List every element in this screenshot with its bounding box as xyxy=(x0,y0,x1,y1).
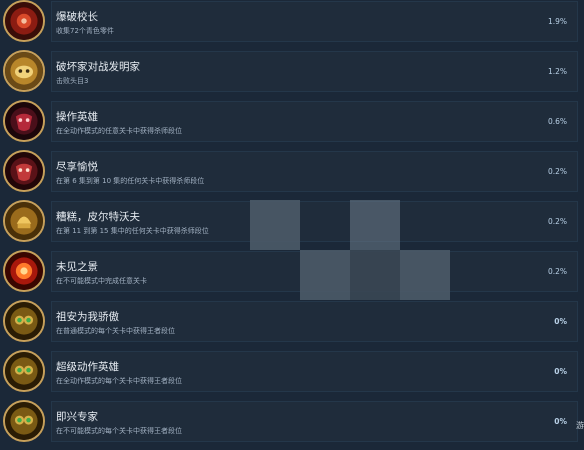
achievement-title: 破坏家对战发明家 xyxy=(56,61,140,73)
unlock-percentage: 0% xyxy=(554,367,567,376)
achievement-title: 祖安为我骄傲 xyxy=(56,311,119,323)
achievement-description: 在第 11 到第 15 集中的任何关卡中获得杀师段位 xyxy=(56,227,209,235)
achievement-row[interactable]: 爆破校长 收集72个青色零件 1.9% xyxy=(0,0,584,50)
achievement-title: 即兴专家 xyxy=(56,411,98,423)
achievement-title: 糟糕，皮尔特沃夫 xyxy=(56,211,140,223)
crimson-mask-medallion-icon xyxy=(3,150,45,192)
achievement-row[interactable]: 即兴专家 在不可能模式的每个关卡中获得王者段位 0% xyxy=(0,400,584,450)
achievement-card: 破坏家对战发明家 击败头目3 1.2% xyxy=(51,51,578,92)
achievement-row[interactable]: 尽享愉悦 在第 6 集到第 10 集的任何关卡中获得杀师段位 0.2% xyxy=(0,150,584,200)
achievement-row[interactable]: 祖安为我骄傲 在普通模式的每个关卡中获得王者段位 0% xyxy=(0,300,584,350)
unlock-percentage: 0% xyxy=(554,317,567,326)
achievement-description: 击败头目3 xyxy=(56,77,89,85)
achievement-title: 尽享愉悦 xyxy=(56,161,98,173)
watermark-block xyxy=(300,250,350,300)
dark-red-mask-medallion-icon xyxy=(3,100,45,142)
unlock-percentage: 0% xyxy=(554,417,567,426)
achievement-row[interactable]: 未见之景 在不可能模式中完成任意关卡 0.2% xyxy=(0,250,584,300)
achievement-card: 祖安为我骄傲 在普通模式的每个关卡中获得王者段位 0% xyxy=(51,301,578,342)
achievement-title: 爆破校长 xyxy=(56,11,98,23)
unlock-percentage: 0.2% xyxy=(547,167,567,176)
achievement-card: 爆破校长 收集72个青色零件 1.9% xyxy=(51,1,578,42)
unlock-percentage: 0.2% xyxy=(547,267,567,276)
green-goggles-medallion-icon xyxy=(3,300,45,342)
achievement-description: 在不可能模式的每个关卡中获得王者段位 xyxy=(56,427,182,435)
achievement-description: 在不可能模式中完成任意关卡 xyxy=(56,277,147,285)
achievement-card: 糟糕，皮尔特沃夫 在第 11 到第 15 集中的任何关卡中获得杀师段位 0.2% xyxy=(51,201,578,242)
achievement-row[interactable]: 超级动作英雄 在全动作模式的每个关卡中获得王者段位 0% xyxy=(0,350,584,400)
unlock-percentage: 1.9% xyxy=(547,17,567,26)
achievement-card: 超级动作英雄 在全动作模式的每个关卡中获得王者段位 0% xyxy=(51,351,578,392)
achievement-title: 超级动作英雄 xyxy=(56,361,119,373)
watermark-block xyxy=(250,200,300,250)
watermark-block xyxy=(350,200,400,250)
unlock-percentage: 0.6% xyxy=(547,117,567,126)
green-goggles-medallion-icon xyxy=(3,400,45,442)
achievement-row[interactable]: 操作英雄 在全动作模式的任意关卡中获得杀师段位 0.6% xyxy=(0,100,584,150)
unlock-percentage: 0.2% xyxy=(547,217,567,226)
achievement-title: 操作英雄 xyxy=(56,111,98,123)
achievement-description: 在普通模式的每个关卡中获得王者段位 xyxy=(56,327,175,335)
achievement-card: 操作英雄 在全动作模式的任意关卡中获得杀师段位 0.6% xyxy=(51,101,578,142)
golden-helmet-medallion-icon xyxy=(3,200,45,242)
achievement-description: 在全动作模式的任意关卡中获得杀师段位 xyxy=(56,127,182,135)
red-gear-medallion-icon xyxy=(3,0,45,42)
flaming-gear-medallion-icon xyxy=(3,250,45,292)
gold-helmet-medallion-icon xyxy=(3,50,45,92)
achievement-description: 在第 6 集到第 10 集的任何关卡中获得杀师段位 xyxy=(56,177,205,185)
watermark-block xyxy=(400,250,450,300)
achievement-card: 即兴专家 在不可能模式的每个关卡中获得王者段位 0% xyxy=(51,401,578,442)
achievement-description: 在全动作模式的每个关卡中获得王者段位 xyxy=(56,377,182,385)
watermark-block xyxy=(350,250,400,300)
achievement-card: 尽享愉悦 在第 6 集到第 10 集的任何关卡中获得杀师段位 0.2% xyxy=(51,151,578,192)
achievement-title: 未见之景 xyxy=(56,261,98,273)
achievement-row[interactable]: 破坏家对战发明家 击败头目3 1.2% xyxy=(0,50,584,100)
unlock-percentage: 1.2% xyxy=(547,67,567,76)
achievement-description: 收集72个青色零件 xyxy=(56,27,114,35)
green-goggles-medallion-icon xyxy=(3,350,45,392)
corner-logo-text: 游 xyxy=(576,421,584,430)
